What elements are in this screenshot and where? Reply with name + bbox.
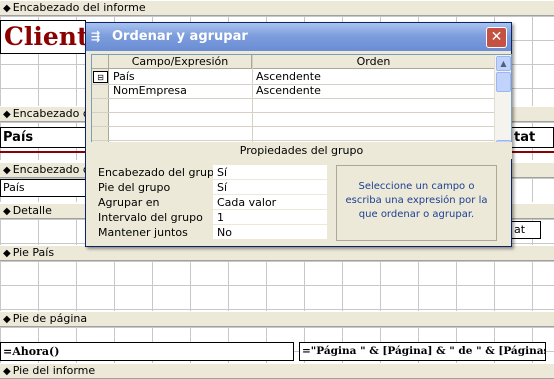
prop-value-group-footer[interactable]: Sí <box>213 180 327 195</box>
band-report-header[interactable]: ◆ Encabezado del informe <box>0 0 554 16</box>
grouping-row-icon[interactable]: ⊟ <box>93 71 108 83</box>
help-hint: Seleccione un campo o escriba una expres… <box>336 165 497 241</box>
band-report-footer[interactable]: ◆ Pie del informe <box>0 363 554 379</box>
row-order[interactable]: Ascendente <box>253 70 495 84</box>
field-paginas[interactable]: ="Página " & [Página] & " de " & [Página… <box>299 342 546 361</box>
prop-label: Mantener juntos <box>98 226 188 239</box>
band-label: Pie País <box>12 246 55 259</box>
prop-value-keep-together[interactable]: No <box>213 225 327 240</box>
row-divider <box>92 140 496 141</box>
sorting-grouping-icon: ⇶ <box>91 30 101 43</box>
close-button[interactable]: ✕ <box>486 27 507 48</box>
column-header-order[interactable]: Orden <box>252 55 496 69</box>
band-label: Detalle <box>12 204 52 217</box>
prop-label: Encabezado del grupo <box>98 166 221 179</box>
band-page-footer[interactable]: ◆ Pie de página <box>0 311 554 327</box>
section-arrow-icon: ◆ <box>3 109 11 120</box>
section-arrow-icon: ◆ <box>3 314 11 325</box>
row-divider <box>92 126 496 127</box>
scroll-up-button[interactable]: ▲ <box>496 56 511 71</box>
report-title[interactable]: Clients <box>0 20 86 54</box>
band-label: Encabezado del informe <box>12 1 146 14</box>
prop-label: Pie del grupo <box>98 181 171 194</box>
field-pais[interactable]: País <box>0 179 86 197</box>
section-arrow-icon: ◆ <box>3 165 11 176</box>
grid-corner <box>92 55 109 69</box>
prop-label: Intervalo del grupo <box>98 211 203 224</box>
row-field[interactable]: NomEmpresa <box>110 84 252 98</box>
band-label: Pie del informe <box>12 364 96 377</box>
section-arrow-icon: ◆ <box>3 366 11 377</box>
group-properties-title: Propiedades del grupo <box>91 142 512 159</box>
band-label: Pie de página <box>12 312 88 325</box>
row-divider <box>92 98 496 99</box>
row-divider <box>92 112 496 113</box>
label-estat[interactable]: tat <box>511 127 554 148</box>
prop-label: Agrupar en <box>98 196 160 209</box>
section-arrow-icon: ◆ <box>3 248 11 259</box>
section-arrow-icon: ◆ <box>3 3 11 14</box>
label-pais[interactable]: País <box>0 127 86 148</box>
prop-value-group-on[interactable]: Cada valor <box>213 195 327 210</box>
close-icon: ✕ <box>490 29 503 45</box>
dialog-title-bar[interactable]: ⇶ Ordenar y agrupar ✕ <box>86 23 511 51</box>
sorting-grouping-dialog[interactable]: ⇶ Ordenar y agrupar ✕ Campo/Expresión Or… <box>85 22 512 247</box>
prop-value-group-interval[interactable]: 1 <box>213 210 327 225</box>
group-footer-section[interactable] <box>0 261 554 311</box>
band-group-footer[interactable]: ◆ Pie País <box>0 245 554 261</box>
scroll-thumb[interactable] <box>496 72 511 92</box>
field-detail-right[interactable]: at <box>511 221 541 239</box>
row-order[interactable]: Ascendente <box>253 84 495 98</box>
group-properties: Encabezado del grupo Sí Pie del grupo Sí… <box>91 161 334 242</box>
chevron-up-icon: ▲ <box>500 59 507 68</box>
prop-value-group-header[interactable]: Sí <box>213 165 327 180</box>
column-header-field[interactable]: Campo/Expresión <box>109 55 252 69</box>
field-ahora[interactable]: =Ahora() <box>0 342 294 361</box>
section-arrow-icon: ◆ <box>3 206 11 217</box>
row-field[interactable]: País <box>110 70 252 84</box>
dialog-title: Ordenar y agrupar <box>112 29 248 44</box>
